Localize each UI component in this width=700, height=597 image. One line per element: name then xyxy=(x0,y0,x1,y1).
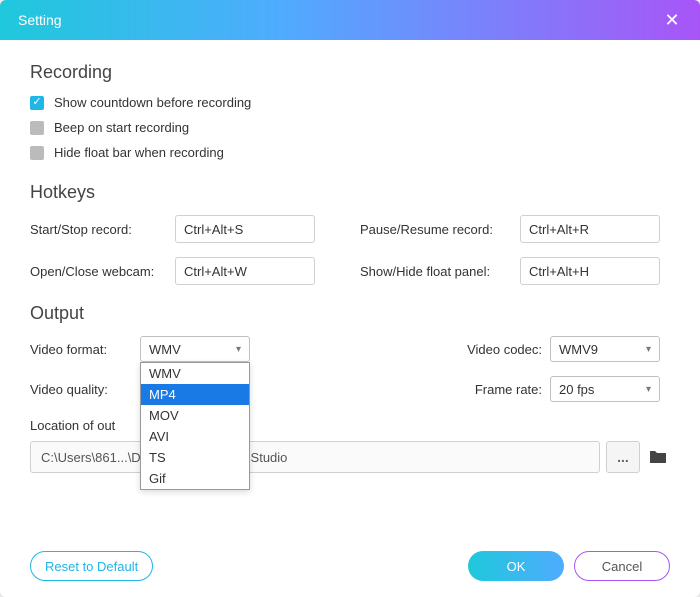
hide-float-checkbox[interactable] xyxy=(30,146,44,160)
content-area: Recording ✓ Show countdown before record… xyxy=(0,40,700,485)
dropdown-item-ts[interactable]: TS xyxy=(141,447,249,468)
location-row: C:\Users\861...\Documents\...desoft Stud… xyxy=(30,441,670,473)
video-codec-display[interactable]: WMV9 ▾ xyxy=(550,336,660,362)
pause-resume-label: Pause/Resume record: xyxy=(360,222,520,237)
float-panel-label: Show/Hide float panel: xyxy=(360,264,520,279)
webcam-label: Open/Close webcam: xyxy=(30,264,175,279)
hotkeys-grid: Start/Stop record: Pause/Resume record: … xyxy=(30,215,670,285)
countdown-label: Show countdown before recording xyxy=(54,95,251,110)
footer: Reset to Default OK Cancel xyxy=(30,551,670,581)
beep-row: Beep on start recording xyxy=(30,120,670,135)
location-path[interactable]: C:\Users\861...\Documents\...desoft Stud… xyxy=(30,441,600,473)
video-format-dropdown: WMV MP4 MOV AVI TS Gif xyxy=(140,362,250,490)
close-icon[interactable]: ✕ xyxy=(662,10,682,31)
ok-button[interactable]: OK xyxy=(468,551,564,581)
check-icon: ✓ xyxy=(32,97,41,108)
video-format-value: WMV xyxy=(149,342,181,357)
hotkeys-heading: Hotkeys xyxy=(30,182,670,203)
cancel-button[interactable]: Cancel xyxy=(574,551,670,581)
folder-icon[interactable] xyxy=(646,445,670,469)
countdown-checkbox[interactable]: ✓ xyxy=(30,96,44,110)
settings-window: Setting ✕ Recording ✓ Show countdown bef… xyxy=(0,0,700,597)
video-format-label: Video format: xyxy=(30,342,140,357)
chevron-down-icon: ▾ xyxy=(646,344,651,355)
hide-float-label: Hide float bar when recording xyxy=(54,145,224,160)
video-quality-label: Video quality: xyxy=(30,382,140,397)
chevron-down-icon: ▾ xyxy=(236,344,241,355)
browse-button[interactable]: ... xyxy=(606,441,640,473)
dropdown-item-mp4[interactable]: MP4 xyxy=(141,384,249,405)
location-label: Location of out xyxy=(30,418,670,433)
dropdown-item-gif[interactable]: Gif xyxy=(141,468,249,489)
pause-resume-input[interactable] xyxy=(520,215,660,243)
dropdown-item-avi[interactable]: AVI xyxy=(141,426,249,447)
video-format-display[interactable]: WMV ▾ xyxy=(140,336,250,362)
frame-rate-combo[interactable]: 20 fps ▾ xyxy=(550,376,660,402)
titlebar: Setting ✕ xyxy=(0,0,700,40)
beep-label: Beep on start recording xyxy=(54,120,189,135)
video-codec-combo[interactable]: WMV9 ▾ xyxy=(550,336,660,362)
dropdown-item-mov[interactable]: MOV xyxy=(141,405,249,426)
webcam-input[interactable] xyxy=(175,257,315,285)
frame-rate-display[interactable]: 20 fps ▾ xyxy=(550,376,660,402)
video-codec-label: Video codec: xyxy=(445,342,550,357)
video-format-combo[interactable]: WMV ▾ WMV MP4 MOV AVI TS Gif xyxy=(140,336,250,362)
dropdown-item-wmv[interactable]: WMV xyxy=(141,363,249,384)
output-heading: Output xyxy=(30,303,670,324)
start-stop-input[interactable] xyxy=(175,215,315,243)
video-codec-value: WMV9 xyxy=(559,342,598,357)
window-title: Setting xyxy=(18,12,662,28)
chevron-down-icon: ▾ xyxy=(646,384,651,395)
beep-checkbox[interactable] xyxy=(30,121,44,135)
recording-heading: Recording xyxy=(30,62,670,83)
frame-rate-label: Frame rate: xyxy=(445,382,550,397)
output-grid: Video format: WMV ▾ WMV MP4 MOV AVI TS G… xyxy=(30,336,670,402)
countdown-row: ✓ Show countdown before recording xyxy=(30,95,670,110)
float-panel-input[interactable] xyxy=(520,257,660,285)
start-stop-label: Start/Stop record: xyxy=(30,222,175,237)
reset-button[interactable]: Reset to Default xyxy=(30,551,153,581)
frame-rate-value: 20 fps xyxy=(559,382,594,397)
hide-float-row: Hide float bar when recording xyxy=(30,145,670,160)
